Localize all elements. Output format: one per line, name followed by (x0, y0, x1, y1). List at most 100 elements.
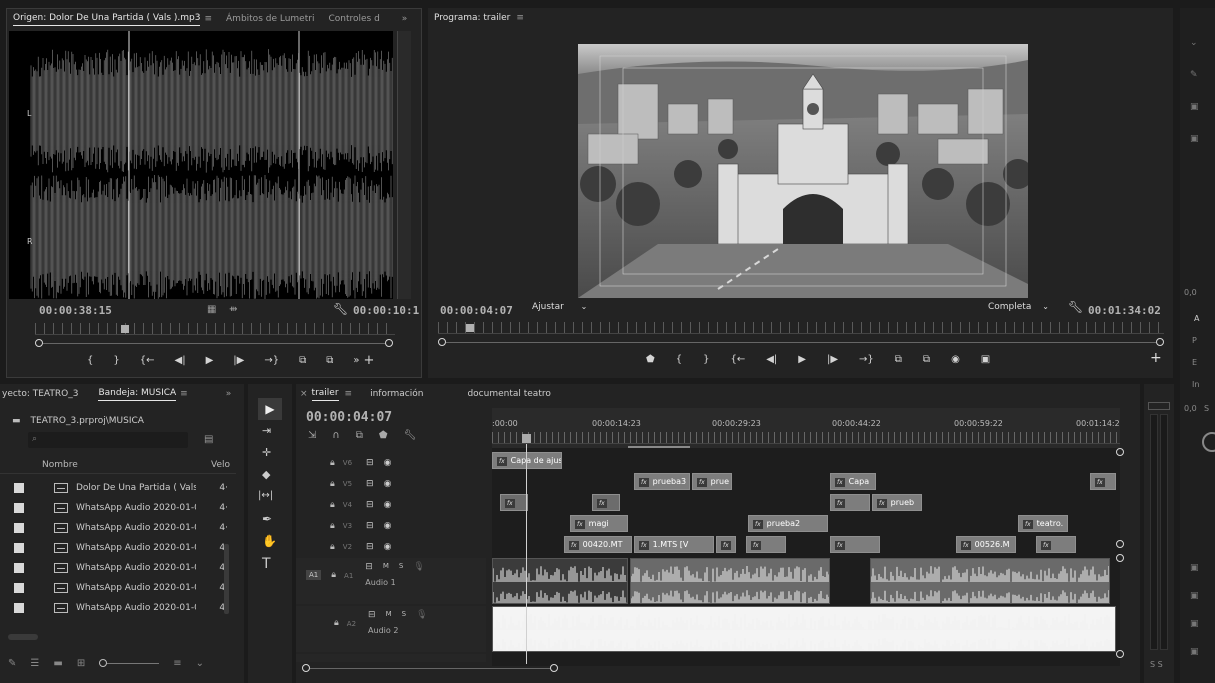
list-view-icon[interactable]: ☰ (30, 658, 39, 669)
source-mid-icons[interactable]: ▦ ⇻ (207, 304, 238, 315)
video-track-header[interactable]: 🔒︎ V5 ⊟ ◉ (296, 473, 486, 494)
source-playhead[interactable] (121, 325, 129, 333)
clip-icon[interactable]: ▣ (1190, 647, 1199, 657)
list-item[interactable]: WhatsApp Audio 2020-01-04· (0, 538, 236, 558)
go-to-out-button[interactable]: →} (859, 354, 874, 365)
razor-tool-icon[interactable]: ◆ (262, 468, 270, 481)
track-scroll-handle[interactable] (1116, 554, 1124, 562)
tab-project[interactable]: yecto: TEATRO_3 (2, 389, 78, 399)
video-clip[interactable]: fx teatro. (1018, 515, 1068, 532)
type-tool-icon[interactable]: T (262, 556, 271, 572)
sync-lock-icon[interactable]: ⊟ (366, 542, 374, 552)
menu-icon[interactable]: ≡ (204, 14, 212, 24)
mute-button[interactable]: M (383, 562, 389, 572)
sync-lock-icon[interactable]: ⊟ (365, 562, 373, 572)
lock-icon[interactable]: 🔒︎ (331, 570, 336, 580)
tab-lumetri-scopes[interactable]: Ámbitos de Lumetri (226, 14, 314, 24)
mark-in-button[interactable]: { (87, 355, 93, 368)
play-button[interactable]: ▶ (206, 355, 214, 368)
audio-clip[interactable] (492, 606, 1116, 652)
dial-icon[interactable] (1202, 432, 1215, 452)
video-clip[interactable]: fx Capa de ajust (492, 452, 562, 469)
sort-icon[interactable]: ≡ (173, 658, 181, 669)
menu-icon[interactable]: ≡ (516, 13, 524, 23)
lift-button[interactable]: ⧉ (895, 354, 902, 365)
step-forward-button[interactable]: |▶ (233, 355, 244, 368)
audio-clip[interactable] (870, 558, 1110, 604)
pen-icon[interactable]: ✎ (1190, 70, 1199, 80)
add-marker-button[interactable]: ⬟ (646, 354, 655, 365)
column-name[interactable]: Nombre (42, 460, 78, 470)
lock-icon[interactable]: 🔒︎ (330, 542, 335, 552)
source-timecode-in[interactable]: 00:00:38:15 (39, 304, 112, 317)
tab-source[interactable]: Origen: Dolor De Una Partida ( Vals ).mp… (13, 13, 201, 26)
tab-sequence-trailer[interactable]: trailer (311, 388, 339, 401)
label-color-swatch[interactable] (14, 603, 24, 613)
mute-button[interactable]: M (386, 610, 392, 620)
playhead-marker[interactable] (522, 434, 531, 443)
sync-lock-icon[interactable]: ⊟ (366, 479, 374, 489)
freeform-view-icon[interactable]: ⊞ (77, 658, 85, 669)
solo-button[interactable]: S (399, 562, 403, 572)
audio-clip[interactable] (630, 558, 830, 604)
audio-track-header[interactable]: A1 🔒︎ A1 ⊟ M S 🎙︎ Audio 1 (296, 558, 486, 604)
eye-icon[interactable]: ◉ (384, 521, 392, 531)
close-icon[interactable]: × (300, 389, 308, 399)
selection-tool-icon[interactable]: ▶ (258, 398, 282, 420)
playhead-line[interactable] (526, 444, 527, 664)
search-input[interactable] (28, 432, 188, 448)
eye-icon[interactable]: ◉ (384, 542, 392, 552)
sync-lock-icon[interactable]: ⊟ (366, 521, 374, 531)
pencil-icon[interactable]: ✎ (8, 658, 16, 669)
track-scroll-handle[interactable] (1116, 650, 1124, 658)
label-color-swatch[interactable] (14, 563, 24, 573)
label-color-swatch[interactable] (14, 543, 24, 553)
zoom-slider[interactable] (99, 659, 160, 667)
menu-icon[interactable]: ≡ (180, 389, 188, 399)
microphone-icon[interactable]: 🎙︎ (413, 562, 424, 572)
program-timecode[interactable]: 00:00:04:07 (440, 304, 513, 317)
video-clip[interactable]: fx 00420.MT (564, 536, 632, 553)
source-time-ruler[interactable] (35, 323, 395, 335)
source-patch[interactable]: A1 (306, 570, 322, 580)
play-button[interactable]: ▶ (798, 354, 806, 365)
label-color-swatch[interactable] (14, 503, 24, 513)
comparison-view-icon[interactable]: ▣ (981, 354, 990, 365)
nest-icon[interactable]: ⇲ (308, 430, 316, 441)
clip-icon[interactable]: ▣ (1190, 563, 1199, 573)
go-to-in-button[interactable]: {← (730, 354, 745, 365)
clip-icon[interactable]: ▣ (1190, 134, 1199, 144)
video-clip[interactable]: fx (1036, 536, 1076, 553)
video-clip[interactable]: fx (830, 536, 880, 553)
source-zoom-start-handle[interactable] (35, 339, 43, 347)
video-clip[interactable]: fx 1.MTS [V (634, 536, 714, 553)
eye-icon[interactable]: ◉ (384, 500, 392, 510)
bin-hscroll[interactable] (8, 634, 38, 640)
lock-icon[interactable]: 🔒︎ (330, 500, 335, 510)
column-velo[interactable]: Velo (211, 460, 230, 470)
program-playhead[interactable] (466, 324, 474, 332)
mark-in-button[interactable]: { (676, 354, 682, 365)
clip-icon[interactable]: ▣ (1190, 619, 1199, 629)
tab-sequence-informacion[interactable]: información (370, 389, 423, 399)
wrench-icon[interactable]: 🔧︎ (333, 302, 348, 316)
extract-button[interactable]: ⧉ (923, 354, 930, 365)
track-select-tool-icon[interactable]: ⇥ (262, 424, 271, 437)
source-zoom-end-handle[interactable] (385, 339, 393, 347)
linked-select-icon[interactable]: ⧉ (356, 430, 363, 441)
insert-button[interactable]: ⧉ (299, 355, 306, 368)
microphone-icon[interactable]: 🎙︎ (416, 610, 427, 620)
program-video-frame[interactable] (578, 44, 1028, 298)
step-back-button[interactable]: ◀| (766, 354, 777, 365)
video-clip[interactable]: fx prue (692, 473, 732, 490)
sync-lock-icon[interactable]: ⊟ (368, 610, 376, 620)
snap-icon[interactable]: ∩ (332, 430, 339, 441)
lock-icon[interactable]: 🔒︎ (330, 458, 335, 468)
tab-effect-controls[interactable]: Controles d (328, 14, 379, 24)
go-to-in-button[interactable]: {← (140, 355, 155, 368)
video-track-header[interactable]: 🔒︎ V6 ⊟ ◉ (296, 452, 486, 473)
new-bin-icon[interactable]: ▤ (204, 434, 213, 445)
hand-tool-icon[interactable]: ✋ (262, 534, 277, 548)
solo-buttons[interactable]: S S (1150, 660, 1163, 669)
mark-out-button[interactable]: } (113, 355, 119, 368)
